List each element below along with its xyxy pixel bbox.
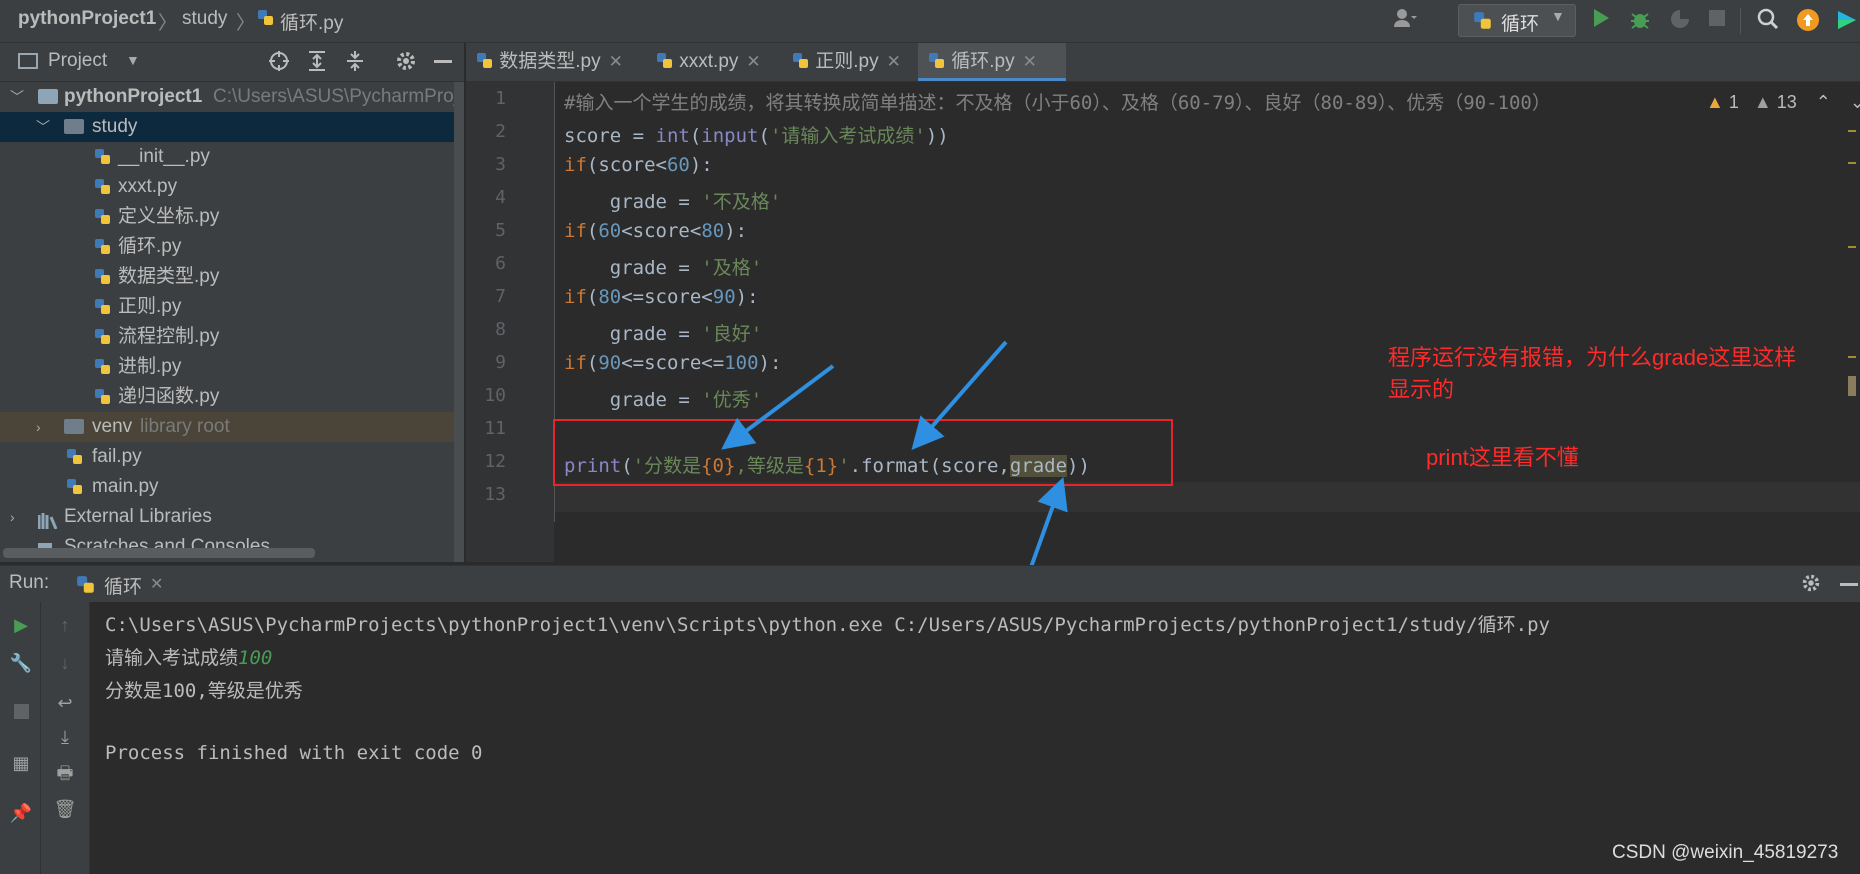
annotation-note: print这里看不懂 [1426, 445, 1579, 470]
trash-icon[interactable]: 🗑 [52, 796, 78, 822]
console-line: Process finished with exit code 0 [105, 742, 483, 764]
console-line: 分数是100,等级是优秀 [105, 680, 303, 702]
watermark: CSDN @weixin_45819273 [1612, 842, 1839, 863]
run-toolbar-right: ↑ ↓ ↩ ⤓ 🖶 🗑 [41, 602, 90, 874]
arrow-line [1028, 476, 1068, 571]
pin-icon[interactable]: 📌 [8, 800, 34, 826]
console-line: 请输入考试成绩100 [105, 647, 273, 669]
layout-icon[interactable]: ▦ [8, 750, 34, 776]
print-icon[interactable]: 🖶 [52, 760, 78, 786]
wrench-icon[interactable]: 🔧 [8, 650, 34, 676]
close-icon[interactable]: ✕ [150, 574, 163, 594]
run-tab-label[interactable]: 循环 [104, 572, 142, 599]
gear-icon[interactable] [1800, 572, 1822, 600]
console-line: C:\Users\ASUS\PycharmProjects\pythonProj… [105, 614, 1550, 636]
run-panel-header: Run: 循环 ✕ [0, 565, 1860, 603]
minimize-icon[interactable] [1840, 583, 1858, 586]
scroll-to-end-icon[interactable]: ⤓ [52, 724, 78, 750]
soft-wrap-icon[interactable]: ↩ [52, 690, 78, 716]
arrow-line [911, 340, 1008, 451]
stop-icon[interactable] [8, 700, 34, 726]
arrow-down-icon[interactable]: ↓ [52, 650, 78, 676]
run-toolbar-left: ▶ 🔧 ▦ 📌 [0, 602, 41, 874]
run-label: Run: [9, 572, 50, 593]
console-output[interactable] [90, 602, 1860, 874]
annotation-note: 显示的 [1388, 377, 1455, 402]
python-icon [77, 576, 94, 593]
annotation-note: 程序运行没有报错，为什么grade这里这样 [1388, 345, 1797, 370]
rerun-icon[interactable]: ▶ [8, 612, 34, 638]
arrow-line [721, 364, 835, 450]
arrow-up-icon[interactable]: ↑ [52, 612, 78, 638]
console-user-input: 100 [238, 647, 273, 669]
